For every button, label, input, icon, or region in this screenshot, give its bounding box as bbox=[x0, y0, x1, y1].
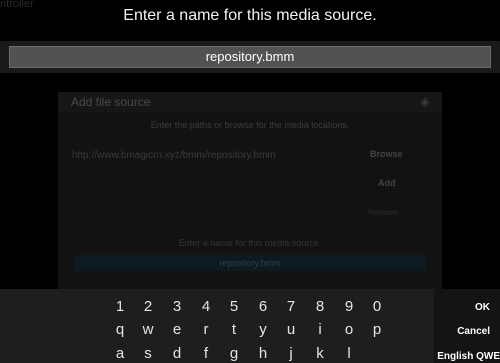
name-input[interactable]: repository.bmm bbox=[9, 46, 491, 68]
remove-button: Remove bbox=[368, 208, 398, 217]
dialog-name-field: repository.bmm bbox=[74, 255, 426, 271]
key-q[interactable]: q bbox=[106, 318, 134, 342]
key-8[interactable]: 8 bbox=[306, 295, 334, 319]
key-9[interactable]: 9 bbox=[335, 295, 363, 319]
key-o[interactable]: o bbox=[335, 318, 363, 342]
add-button: Add bbox=[378, 178, 396, 188]
keyboard-layout-button[interactable]: English QWE bbox=[434, 351, 500, 362]
asdf-row: asdfghjkl bbox=[0, 342, 430, 363]
key-3[interactable]: 3 bbox=[163, 295, 191, 319]
key-s[interactable]: s bbox=[134, 342, 162, 363]
key-2[interactable]: 2 bbox=[134, 295, 162, 319]
dialog-path-field: http://www.bmagicrn.xyz/bmm/repository.b… bbox=[72, 150, 276, 161]
dialog-header: Add file source ◈ bbox=[58, 92, 442, 112]
key-f[interactable]: f bbox=[192, 342, 220, 363]
cancel-button[interactable]: Cancel bbox=[434, 326, 500, 337]
add-file-source-dialog: Add file source ◈ Enter the paths or bro… bbox=[58, 92, 442, 292]
key-l[interactable]: l bbox=[335, 342, 363, 363]
key-g[interactable]: g bbox=[220, 342, 248, 363]
prompt-title: Enter a name for this media source. bbox=[123, 7, 377, 24]
key-d[interactable]: d bbox=[163, 342, 191, 363]
number-row: 1234567890 bbox=[0, 295, 430, 319]
key-u[interactable]: u bbox=[277, 318, 305, 342]
key-a[interactable]: a bbox=[106, 342, 134, 363]
browse-button: Browse bbox=[370, 149, 403, 159]
qwerty-row: qwertyuiop bbox=[0, 318, 430, 342]
key-7[interactable]: 7 bbox=[277, 295, 305, 319]
key-y[interactable]: y bbox=[249, 318, 277, 342]
key-0[interactable]: 0 bbox=[363, 295, 391, 319]
key-h[interactable]: h bbox=[249, 342, 277, 363]
onscreen-keyboard: 1234567890 qwertyuiop asdfghjkl OK Cance… bbox=[0, 289, 500, 363]
dialog-title: Add file source bbox=[71, 95, 151, 109]
key-5[interactable]: 5 bbox=[220, 295, 248, 319]
key-e[interactable]: e bbox=[163, 318, 191, 342]
key-t[interactable]: t bbox=[220, 318, 248, 342]
key-p[interactable]: p bbox=[363, 318, 391, 342]
key-k[interactable]: k bbox=[306, 342, 334, 363]
key-6[interactable]: 6 bbox=[249, 295, 277, 319]
key-w[interactable]: w bbox=[134, 318, 162, 342]
keyboard-side-panel: OK Cancel English QWE bbox=[434, 289, 500, 363]
key-j[interactable]: j bbox=[277, 342, 305, 363]
key-r[interactable]: r bbox=[192, 318, 220, 342]
input-band: repository.bmm bbox=[0, 41, 500, 73]
key-i[interactable]: i bbox=[306, 318, 334, 342]
ok-button[interactable]: OK bbox=[434, 302, 500, 313]
key-1[interactable]: 1 bbox=[106, 295, 134, 319]
key-blank[interactable] bbox=[363, 342, 391, 363]
dialog-subtitle: Enter the paths or browse for the media … bbox=[150, 120, 350, 130]
kodi-logo-icon: ◈ bbox=[420, 94, 430, 109]
dialog-name-label: Enter a name for this media source. bbox=[178, 238, 322, 248]
key-4[interactable]: 4 bbox=[192, 295, 220, 319]
